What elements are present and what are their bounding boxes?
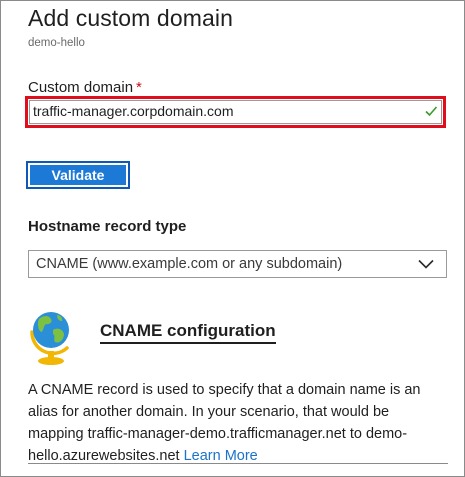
chevron-down-icon — [418, 259, 434, 269]
hostname-record-type-value: CNAME (www.example.com or any subdomain) — [36, 256, 343, 272]
validate-button[interactable]: Validate — [26, 161, 130, 189]
section-divider — [28, 463, 448, 464]
cname-description: A CNAME record is used to specify that a… — [28, 379, 448, 467]
custom-domain-label: Custom domain * — [28, 79, 142, 96]
validate-button-label: Validate — [30, 165, 126, 185]
learn-more-link[interactable]: Learn More — [184, 448, 258, 464]
custom-domain-label-text: Custom domain — [28, 79, 134, 96]
custom-domain-value: traffic-manager.corpdomain.com — [33, 103, 234, 119]
hostname-record-type-select[interactable]: CNAME (www.example.com or any subdomain) — [28, 250, 447, 278]
checkmark-icon — [425, 106, 438, 117]
globe-icon — [30, 312, 69, 365]
page-title: Add custom domain — [28, 5, 233, 31]
custom-domain-input[interactable]: traffic-manager.corpdomain.com — [29, 100, 442, 124]
hostname-record-type-label: Hostname record type — [28, 218, 187, 235]
add-custom-domain-panel: Add custom domain demo-hello Custom doma… — [0, 0, 465, 477]
required-marker: * — [136, 79, 142, 96]
page-subtitle: demo-hello — [28, 37, 85, 49]
cname-configuration-heading: CNAME configuration — [100, 321, 276, 344]
